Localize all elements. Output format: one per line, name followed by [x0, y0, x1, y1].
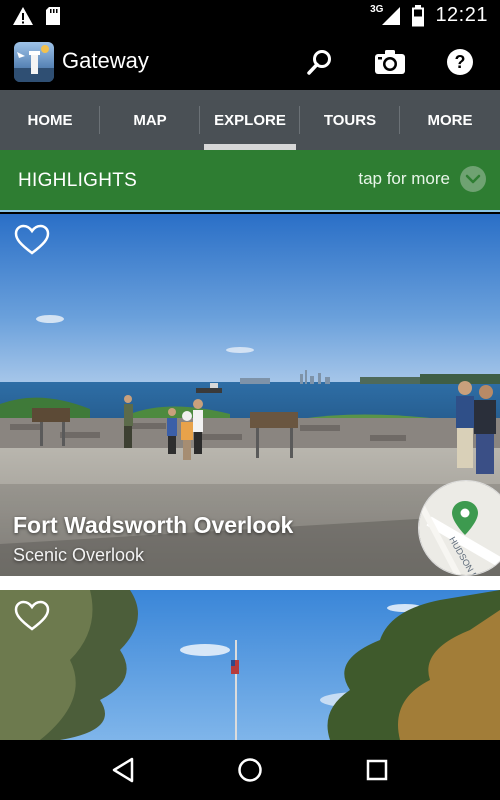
- tab-bar: HOME MAP EXPLORE TOURS MORE: [0, 90, 500, 150]
- help-button[interactable]: ?: [440, 42, 480, 82]
- sd-card-icon: [46, 7, 60, 25]
- app-bar: Gateway ?: [0, 34, 500, 90]
- search-button[interactable]: [300, 42, 340, 82]
- signal-icon: [382, 6, 401, 25]
- status-bar: 3G 12:21: [0, 0, 500, 34]
- camera-icon: [375, 50, 405, 74]
- tap-for-more-button[interactable]: tap for more: [358, 166, 486, 192]
- search-icon: [307, 50, 331, 75]
- system-nav-bar: [0, 740, 500, 800]
- app-logo: [14, 42, 54, 82]
- home-icon: [238, 758, 262, 782]
- highlight-card[interactable]: Fort Wadsworth Overlook Scenic Overlook …: [0, 214, 500, 576]
- tab-more[interactable]: MORE: [400, 90, 500, 150]
- tab-tours[interactable]: TOURS: [300, 90, 400, 150]
- battery-icon: [412, 4, 425, 26]
- tab-map[interactable]: MAP: [100, 90, 200, 150]
- recents-button[interactable]: [352, 745, 402, 795]
- warning-icon: [13, 7, 33, 25]
- heart-outline-icon[interactable]: [14, 600, 50, 632]
- home-button[interactable]: [225, 745, 275, 795]
- card-photo: [0, 590, 500, 740]
- back-icon: [113, 757, 134, 783]
- tab-label: MAP: [133, 111, 167, 129]
- recents-icon: [366, 759, 387, 781]
- highlights-feed: Fort Wadsworth Overlook Scenic Overlook …: [0, 214, 500, 740]
- highlights-bar: HIGHLIGHTS tap for more: [0, 150, 500, 212]
- chevron-down-icon: [460, 166, 486, 192]
- tab-label: MORE: [427, 111, 473, 129]
- tab-explore[interactable]: EXPLORE: [200, 90, 300, 150]
- tab-label: TOURS: [323, 111, 377, 129]
- back-button[interactable]: [98, 745, 148, 795]
- highlight-card[interactable]: [0, 590, 500, 740]
- tab-label: HOME: [27, 111, 73, 129]
- tab-label: EXPLORE: [214, 111, 286, 129]
- card-title: Fort Wadsworth Overlook: [13, 512, 294, 538]
- camera-button[interactable]: [370, 42, 410, 82]
- heart-outline-icon[interactable]: [14, 224, 50, 256]
- tab-home[interactable]: HOME: [0, 90, 100, 150]
- svg-text:?: ?: [455, 52, 466, 72]
- app-title: Gateway: [62, 48, 149, 73]
- card-subtitle: Scenic Overlook: [13, 545, 145, 565]
- tap-for-more-label: tap for more: [358, 169, 450, 188]
- help-icon: ?: [447, 49, 473, 75]
- network-label: 3G: [370, 4, 384, 15]
- clock: 12:21: [435, 4, 488, 26]
- highlights-title: HIGHLIGHTS: [18, 170, 138, 191]
